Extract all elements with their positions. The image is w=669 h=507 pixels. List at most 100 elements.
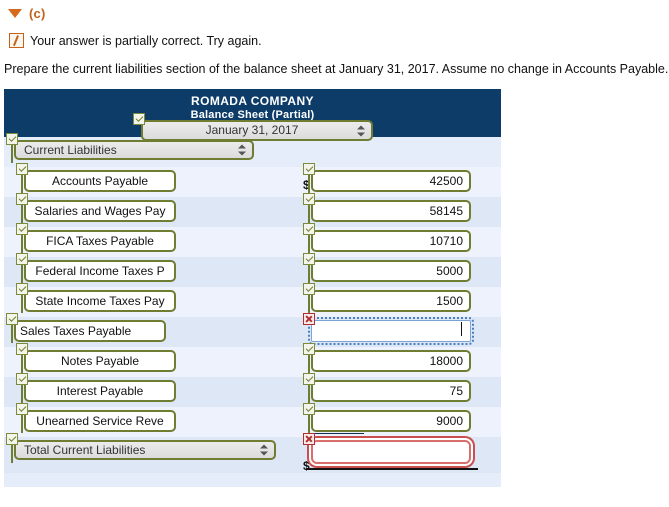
- total-amount-input[interactable]: [311, 440, 471, 464]
- account-label-input[interactable]: Salaries and Wages Pay: [24, 200, 176, 222]
- correct-check-icon: [16, 343, 28, 355]
- section-select-value: Current Liabilities: [24, 143, 117, 157]
- table-row: Sales Taxes Payable: [4, 313, 501, 347]
- account-label-wrapper: Interest Payable: [16, 373, 176, 405]
- correct-check-icon: [16, 193, 28, 205]
- account-label-input[interactable]: Accounts Payable: [24, 170, 176, 192]
- correct-check-icon: [6, 133, 18, 145]
- correct-check-icon: [16, 283, 28, 295]
- correct-check-icon: [16, 163, 28, 175]
- correct-check-icon: [16, 223, 28, 235]
- amount-wrapper: 1500: [303, 283, 471, 315]
- correct-check-icon: [303, 163, 315, 175]
- amount-wrapper: 75: [303, 373, 471, 405]
- amount-input[interactable]: 5000: [311, 260, 471, 282]
- field-stem: [308, 353, 310, 373]
- account-label-wrapper: Federal Income Taxes P: [16, 253, 176, 285]
- account-label-wrapper: State Income Taxes Pay: [16, 283, 176, 315]
- text-caret: [461, 322, 462, 336]
- amount-wrapper: 5000: [303, 253, 471, 285]
- section-select-wrapper: Current Liabilities: [6, 133, 254, 163]
- account-label-input[interactable]: Unearned Service Reve: [24, 410, 176, 432]
- account-label-wrapper: FICA Taxes Payable: [16, 223, 176, 255]
- total-amount-wrapper: [303, 433, 471, 467]
- amount-input[interactable]: 18000: [311, 350, 471, 372]
- sheet-footer-spacer: [4, 473, 501, 487]
- table-row: State Income Taxes Pay 1500: [4, 283, 501, 317]
- amount-input-focused[interactable]: [308, 317, 474, 345]
- correct-check-icon: [303, 283, 315, 295]
- correct-check-icon: [303, 373, 315, 385]
- field-stem: [308, 293, 310, 313]
- section-select[interactable]: Current Liabilities: [14, 140, 254, 160]
- account-label-input[interactable]: Federal Income Taxes P: [24, 260, 176, 282]
- correct-check-icon: [303, 253, 315, 265]
- correct-check-icon: [6, 313, 18, 325]
- field-stem: [308, 233, 310, 253]
- account-label-input[interactable]: Notes Payable: [24, 350, 176, 372]
- field-stem: [308, 413, 310, 433]
- status-text: Your answer is partially correct. Try ag…: [30, 33, 262, 48]
- table-row: FICA Taxes Payable 10710: [4, 223, 501, 257]
- correct-check-icon: [303, 343, 315, 355]
- chevron-updown-icon: [260, 444, 268, 457]
- table-row: Accounts Payable $ 42500: [4, 163, 501, 197]
- account-label-input[interactable]: State Income Taxes Pay: [24, 290, 176, 312]
- correct-check-icon: [16, 253, 28, 265]
- correct-check-icon: [16, 403, 28, 415]
- field-stem: [21, 353, 23, 373]
- correct-check-icon: [6, 433, 18, 445]
- field-stem: [21, 413, 23, 433]
- date-select-value: January 31, 2017: [205, 123, 299, 137]
- question-prompt: Prepare the current liabilities section …: [4, 62, 669, 76]
- account-label-input[interactable]: Sales Taxes Payable: [14, 320, 166, 342]
- incorrect-x-icon: [303, 433, 315, 445]
- amount-input[interactable]: 75: [311, 380, 471, 402]
- total-rule: [306, 468, 478, 470]
- field-stem: [21, 383, 23, 403]
- account-label-wrapper: Salaries and Wages Pay: [16, 193, 176, 225]
- field-stem: [308, 263, 310, 283]
- field-stem: [308, 173, 310, 193]
- account-label-input[interactable]: Interest Payable: [24, 380, 176, 402]
- amount-wrapper: 58145: [303, 193, 471, 225]
- correct-check-icon: [303, 403, 315, 415]
- field-stem: [21, 233, 23, 253]
- total-row: Total Current Liabilities $: [4, 433, 501, 473]
- chevron-updown-icon: [238, 144, 246, 157]
- table-row: Interest Payable 75: [4, 373, 501, 407]
- table-row: Salaries and Wages Pay 58145: [4, 193, 501, 227]
- amount-input[interactable]: 1500: [311, 290, 471, 312]
- date-select[interactable]: January 31, 2017: [141, 120, 373, 141]
- partially-correct-icon: [9, 33, 24, 48]
- field-stem: [21, 293, 23, 313]
- amount-input[interactable]: 10710: [311, 230, 471, 252]
- currency-symbol: $: [303, 459, 310, 473]
- amount-input[interactable]: 42500: [311, 170, 471, 192]
- amount-input[interactable]: 58145: [311, 200, 471, 222]
- account-label-input[interactable]: FICA Taxes Payable: [24, 230, 176, 252]
- account-label-wrapper: Sales Taxes Payable: [6, 313, 166, 345]
- table-row: Unearned Service Reve 9000: [4, 403, 501, 437]
- account-label-wrapper: Accounts Payable: [16, 163, 176, 195]
- field-stem: [21, 173, 23, 193]
- company-name: ROMADA COMPANY: [191, 94, 314, 108]
- total-select[interactable]: Total Current Liabilities: [14, 440, 276, 460]
- correct-check-icon: [133, 113, 145, 125]
- section-header-row: Current Liabilities: [4, 133, 501, 167]
- part-label: (c): [29, 6, 46, 21]
- table-row: Federal Income Taxes P 5000: [4, 253, 501, 287]
- amount-input[interactable]: 9000: [311, 410, 471, 432]
- table-row: Notes Payable 18000: [4, 343, 501, 377]
- question-part-c-panel: (c) Your answer is partially correct. Tr…: [0, 0, 669, 507]
- amount-wrapper: 9000: [303, 403, 471, 435]
- caret-down-icon[interactable]: [8, 9, 22, 18]
- amount-wrapper: [303, 313, 474, 345]
- sheet-header: ROMADA COMPANY Balance Sheet (Partial) J…: [4, 89, 501, 141]
- amount-wrapper: 18000: [303, 343, 471, 375]
- chevron-updown-icon: [357, 124, 365, 137]
- amount-wrapper: 10710: [303, 223, 471, 255]
- correct-check-icon: [16, 373, 28, 385]
- field-stem: [11, 143, 13, 163]
- account-label-wrapper: Unearned Service Reve: [16, 403, 176, 435]
